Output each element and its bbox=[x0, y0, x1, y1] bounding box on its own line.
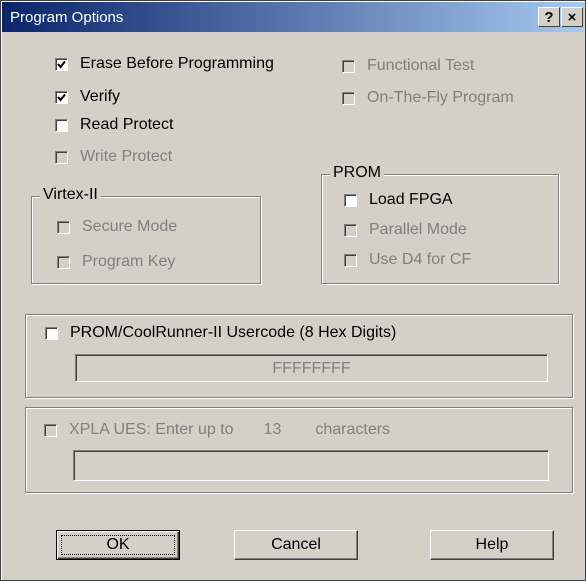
verify-checkbox[interactable]: Verify bbox=[55, 86, 120, 108]
parallel-mode-checkbox[interactable]: Parallel Mode bbox=[344, 219, 467, 241]
read-protect-checkbox[interactable]: Read Protect bbox=[55, 114, 173, 136]
write-protect-checkbox[interactable]: Write Protect bbox=[55, 146, 172, 168]
title-bar[interactable]: Program Options ? × bbox=[2, 2, 584, 32]
xpla-label: XPLA UES: Enter up to bbox=[69, 421, 234, 438]
xpla-ues-checkbox[interactable]: XPLA UES: Enter up to 13 characters bbox=[44, 419, 390, 441]
prom-group-title: PROM bbox=[330, 164, 384, 182]
xpla-count: 13 bbox=[263, 421, 282, 438]
parallel-mode-label: Parallel Mode bbox=[369, 221, 467, 238]
close-icon[interactable]: × bbox=[561, 7, 583, 27]
read-protect-label: Read Protect bbox=[80, 116, 174, 133]
secure-mode-checkbox[interactable]: Secure Mode bbox=[57, 216, 177, 238]
checkbox-box[interactable] bbox=[342, 59, 355, 73]
use-d4-label: Use D4 for CF bbox=[369, 251, 472, 268]
help-label: Help bbox=[475, 536, 509, 553]
erase-label: Erase Before Programming bbox=[80, 55, 274, 72]
load-fpga-checkbox[interactable]: Load FPGA bbox=[344, 189, 453, 211]
functional-test-checkbox[interactable]: Functional Test bbox=[342, 55, 474, 77]
program-key-checkbox[interactable]: Program Key bbox=[57, 251, 175, 273]
checkbox-box[interactable] bbox=[45, 326, 58, 340]
checkbox-box[interactable] bbox=[55, 57, 68, 71]
program-key-label: Program Key bbox=[82, 253, 176, 270]
checkbox-box[interactable] bbox=[344, 223, 357, 237]
usercode-input[interactable]: FFFFFFFF bbox=[75, 354, 548, 382]
help-button[interactable]: Help bbox=[430, 530, 554, 560]
secure-mode-label: Secure Mode bbox=[82, 218, 178, 235]
checkbox-box[interactable] bbox=[55, 90, 68, 104]
focus-rect bbox=[61, 535, 175, 555]
ok-button[interactable]: OK bbox=[56, 530, 180, 560]
usercode-label: PROM/CoolRunner-II Usercode (8 Hex Digit… bbox=[70, 324, 397, 341]
checkbox-box[interactable] bbox=[342, 91, 355, 105]
write-protect-label: Write Protect bbox=[80, 148, 173, 165]
checkbox-box[interactable] bbox=[344, 193, 357, 207]
xpla-characters-label: characters bbox=[315, 421, 391, 438]
erase-before-programming-checkbox[interactable]: Erase Before Programming bbox=[55, 53, 274, 75]
cancel-label: Cancel bbox=[271, 536, 321, 553]
functional-test-label: Functional Test bbox=[367, 57, 475, 74]
load-fpga-label: Load FPGA bbox=[369, 191, 453, 208]
checkbox-box[interactable] bbox=[44, 423, 57, 437]
checkbox-box[interactable] bbox=[57, 220, 70, 234]
window-title: Program Options bbox=[10, 9, 124, 26]
verify-label: Verify bbox=[80, 88, 121, 105]
on-the-fly-label: On-The-Fly Program bbox=[367, 89, 514, 106]
checkbox-box[interactable] bbox=[57, 255, 70, 269]
usercode-checkbox[interactable]: PROM/CoolRunner-II Usercode (8 Hex Digit… bbox=[45, 322, 396, 344]
checkbox-box[interactable] bbox=[55, 118, 68, 132]
on-the-fly-program-checkbox[interactable]: On-The-Fly Program bbox=[342, 87, 514, 109]
program-options-dialog: Program Options ? × Erase Before Program… bbox=[0, 0, 586, 581]
virtex-ii-group-title: Virtex-II bbox=[40, 186, 101, 204]
xpla-ues-input[interactable] bbox=[73, 450, 549, 481]
checkbox-box[interactable] bbox=[55, 150, 68, 164]
checkmark-icon bbox=[57, 93, 66, 102]
help-icon[interactable]: ? bbox=[538, 7, 560, 27]
checkbox-box[interactable] bbox=[344, 253, 357, 267]
use-d4-for-cf-checkbox[interactable]: Use D4 for CF bbox=[344, 249, 471, 271]
checkmark-icon bbox=[57, 60, 66, 69]
cancel-button[interactable]: Cancel bbox=[234, 530, 358, 560]
